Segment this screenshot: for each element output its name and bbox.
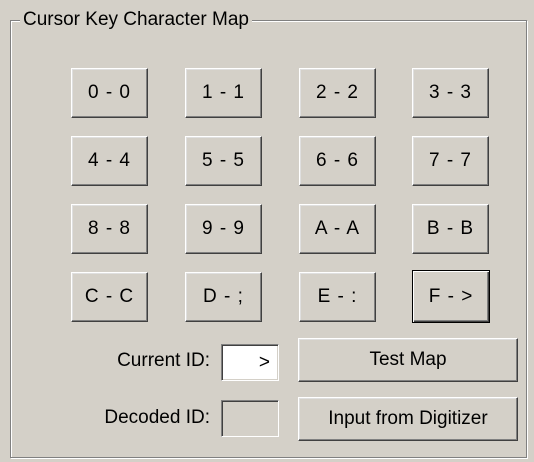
key-button-5[interactable]: 5 - 5 [185,136,262,186]
key-button-e[interactable]: E - : [299,272,376,322]
input-from-digitizer-button[interactable]: Input from Digitizer [298,397,518,441]
key-button-9[interactable]: 9 - 9 [185,204,262,254]
current-id-label: Current ID: [117,350,210,371]
key-button-a[interactable]: A - A [299,204,376,254]
group-title: Cursor Key Character Map [20,9,252,31]
key-button-1[interactable]: 1 - 1 [185,68,262,118]
key-button-c[interactable]: C - C [71,272,148,322]
key-button-4[interactable]: 4 - 4 [71,136,148,186]
decoded-id-field [221,400,279,437]
key-button-2[interactable]: 2 - 2 [299,68,376,118]
decoded-id-label: Decoded ID: [104,407,210,428]
key-button-8[interactable]: 8 - 8 [71,204,148,254]
key-button-f[interactable]: F - > [412,270,490,323]
key-button-b[interactable]: B - B [412,204,489,254]
key-button-7[interactable]: 7 - 7 [412,136,489,186]
key-button-6[interactable]: 6 - 6 [299,136,376,186]
key-button-0[interactable]: 0 - 0 [71,68,148,118]
test-map-button[interactable]: Test Map [298,338,518,382]
key-button-d[interactable]: D - ; [185,272,262,322]
key-button-3[interactable]: 3 - 3 [412,68,489,118]
current-id-field[interactable]: > [221,344,279,381]
